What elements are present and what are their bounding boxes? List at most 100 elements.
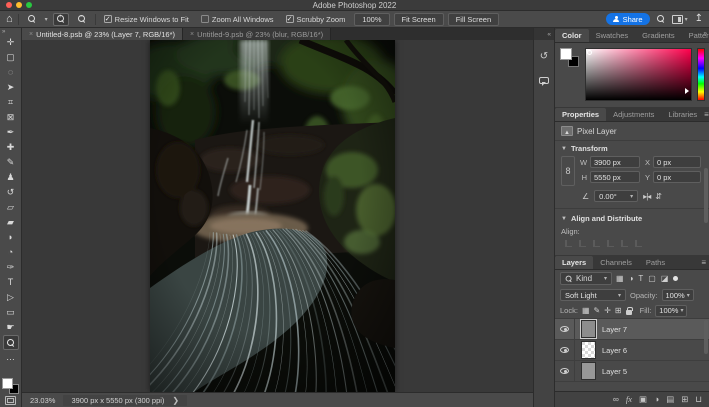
collapse-panels-icon[interactable]: » [703, 30, 707, 37]
flip-vertical-icon[interactable]: ⇵ [655, 192, 662, 201]
document-tab-1[interactable]: ×Untitled-9.psb @ 23% (blur, RGB/16*) [183, 28, 331, 40]
status-chevron-icon[interactable]: ❯ [172, 396, 179, 405]
close-tab-icon[interactable]: × [29, 31, 33, 38]
chevron-down-icon[interactable]: ▾ [685, 16, 688, 23]
options-button-100-[interactable]: 100% [354, 13, 389, 26]
visibility-cell[interactable] [555, 319, 575, 339]
tab-libraries[interactable]: Libraries [661, 108, 704, 121]
tab-paths[interactable]: Paths [639, 256, 672, 269]
width-field[interactable]: 3900 px [590, 156, 640, 168]
visibility-cell[interactable] [555, 361, 575, 381]
filter-smart-objects-icon[interactable]: ◪ [661, 275, 669, 283]
layer-thumbnail[interactable] [581, 362, 596, 380]
properties-scrollbar[interactable] [704, 168, 708, 223]
zoom-option-0[interactable]: ✓Resize Windows to Fit [104, 15, 189, 24]
align-button-5[interactable] [635, 240, 642, 247]
edit-toolbar-icon[interactable]: … [3, 350, 19, 365]
workspace-icon[interactable] [672, 15, 683, 24]
eye-icon[interactable] [560, 326, 569, 332]
type-tool-icon[interactable]: T [3, 275, 19, 290]
align-button-0[interactable] [565, 240, 572, 247]
checkbox-icon[interactable] [201, 15, 209, 23]
align-section-header[interactable]: ▼ Align and Distribute [555, 211, 709, 226]
checkbox-icon[interactable]: ✓ [286, 15, 294, 23]
lock-all-icon[interactable] [626, 310, 632, 315]
search-icon[interactable] [657, 15, 665, 23]
frame-tool-icon[interactable]: ⊠ [3, 110, 19, 125]
visibility-cell[interactable] [555, 340, 575, 360]
home-icon[interactable]: ⌂ [6, 14, 13, 25]
align-button-1[interactable] [579, 240, 586, 247]
tab-swatches[interactable]: Swatches [589, 29, 636, 42]
layers-panel-menu-icon[interactable]: ≡ [701, 258, 706, 267]
screen-mode-icon[interactable] [5, 396, 16, 405]
zoom-out-button[interactable]: − [74, 13, 90, 26]
foreground-background-swatches[interactable] [2, 378, 19, 394]
lock-artboard-icon[interactable]: ⊞ [615, 307, 622, 315]
eye-icon[interactable] [560, 347, 569, 353]
link-layers-icon[interactable]: ∞ [613, 395, 619, 404]
chevron-down-icon[interactable]: ▾ [45, 16, 48, 23]
fill-dropdown[interactable]: 100% ▾ [655, 305, 687, 317]
object-selection-tool-icon[interactable]: ➤ [3, 80, 19, 95]
layer-thumbnail[interactable] [581, 320, 596, 338]
clone-stamp-tool-icon[interactable]: ♟ [3, 170, 19, 185]
adjustment-layer-icon[interactable]: ◑ [654, 395, 659, 404]
zoom-option-2[interactable]: ✓Scrubby Zoom [286, 15, 346, 24]
transform-section-header[interactable]: ▼ Transform [555, 141, 709, 156]
rotate-dropdown[interactable]: 0.00° ▾ [594, 190, 638, 202]
filter-toggle-icon[interactable] [673, 276, 678, 281]
document-tab-0[interactable]: ×Untitled-8.psb @ 23% (Layer 7, RGB/16*) [22, 28, 183, 40]
delete-layer-icon[interactable]: ⊔ [695, 395, 702, 404]
filter-kind-dropdown[interactable]: Kind ▾ [560, 272, 612, 285]
tab-gradients[interactable]: Gradients [635, 29, 682, 42]
share-button[interactable]: Share [606, 13, 650, 25]
layer-style-icon[interactable]: fx [626, 395, 632, 404]
lock-position-icon[interactable]: ✛ [604, 307, 611, 315]
crop-tool-icon[interactable]: ⌗ [3, 95, 19, 110]
blur-tool-icon[interactable]: ◗ [3, 230, 19, 245]
healing-brush-tool-icon[interactable]: ✚ [3, 140, 19, 155]
y-field[interactable]: 0 px [653, 171, 701, 183]
checkbox-icon[interactable]: ✓ [104, 15, 112, 23]
foreground-color-swatch[interactable] [560, 48, 572, 60]
lasso-tool-icon[interactable]: ◌ [3, 65, 19, 80]
lock-pixels-icon[interactable]: ✎ [594, 307, 601, 315]
zoom-level[interactable]: 23.03% [30, 396, 55, 405]
tab-properties[interactable]: Properties [555, 108, 606, 121]
filter-type-layers-icon[interactable]: T [638, 275, 643, 283]
opacity-dropdown[interactable]: 100% ▾ [662, 289, 694, 301]
align-button-2[interactable] [593, 240, 600, 247]
align-button-4[interactable] [621, 240, 628, 247]
gradient-tool-icon[interactable]: ▰ [3, 215, 19, 230]
filter-shape-layers-icon[interactable]: ▢ [648, 275, 656, 283]
path-selection-tool-icon[interactable]: ▷ [3, 290, 19, 305]
marquee-tool-icon[interactable]: ▢ [3, 50, 19, 65]
height-field[interactable]: 5550 px [590, 171, 640, 183]
options-button-fit-screen[interactable]: Fit Screen [394, 13, 444, 26]
foreground-color-swatch[interactable] [2, 378, 13, 389]
shape-tool-icon[interactable]: ▭ [3, 305, 19, 320]
flip-horizontal-icon[interactable]: ▸|◂ [643, 192, 650, 201]
document-info[interactable]: 3900 px x 5550 px (300 ppi) ❯ [63, 395, 187, 406]
hand-tool-icon[interactable]: ☛ [3, 320, 19, 335]
dodge-tool-icon[interactable]: ◔ [3, 245, 19, 260]
panel-color-swatches[interactable] [560, 48, 580, 68]
saturation-brightness-picker[interactable] [585, 48, 692, 101]
layer-row-layer-6[interactable]: Layer 6 [555, 340, 709, 361]
align-button-3[interactable] [607, 240, 614, 247]
comments-panel-icon[interactable] [536, 72, 552, 88]
properties-panel-menu-icon[interactable]: ≡ [704, 110, 709, 119]
tab-layers[interactable]: Layers [555, 256, 593, 269]
canvas[interactable] [22, 40, 533, 392]
pen-tool-icon[interactable]: ✑ [3, 260, 19, 275]
zoom-in-button[interactable]: + [53, 13, 69, 26]
eye-icon[interactable] [560, 368, 569, 374]
lock-transparency-icon[interactable]: ▦ [582, 307, 590, 315]
eraser-tool-icon[interactable]: ▱ [3, 200, 19, 215]
zoom-option-1[interactable]: Zoom All Windows [201, 15, 274, 24]
move-tool-icon[interactable]: ✛ [3, 35, 19, 50]
filter-pixel-layers-icon[interactable]: ▦ [616, 275, 624, 283]
new-layer-icon[interactable]: ⊞ [681, 395, 688, 404]
brush-tool-icon[interactable]: ✎ [3, 155, 19, 170]
